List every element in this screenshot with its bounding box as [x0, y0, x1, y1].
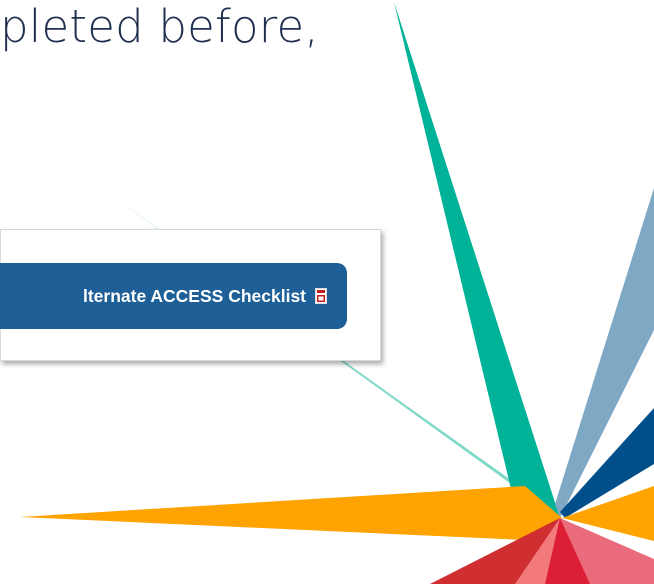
- checklist-button-label: lternate ACCESS Checklist: [82, 285, 306, 306]
- pdf-file-icon: [315, 288, 327, 304]
- left-orange-ray: [20, 486, 562, 540]
- slide: pleted before, lternate ACCESS Checklist: [0, 0, 654, 584]
- teal-ray: [394, 2, 560, 518]
- button-screenshot-callout: lternate ACCESS Checklist: [0, 229, 381, 361]
- alternate-access-checklist-button[interactable]: lternate ACCESS Checklist: [0, 263, 347, 329]
